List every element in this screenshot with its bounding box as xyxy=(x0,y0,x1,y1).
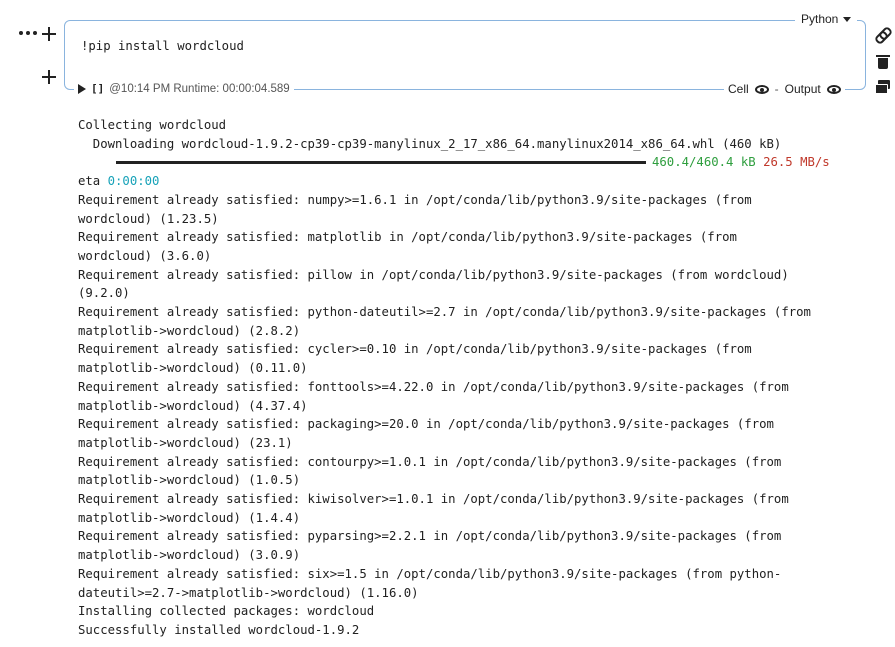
chevron-down-icon xyxy=(843,16,852,22)
output-line: Requirement already satisfied: pyparsing… xyxy=(78,529,782,544)
language-label: Python xyxy=(801,12,839,26)
output-line: matplotlib->wordcloud) (4.37.4) xyxy=(78,398,308,413)
code-cell[interactable] xyxy=(64,20,866,90)
code-input[interactable]: !pip install wordcloud xyxy=(81,39,244,53)
output-line: Requirement already satisfied: packaging… xyxy=(78,417,774,432)
output-line: wordcloud) (1.23.5) xyxy=(78,211,219,226)
cell-output: Collecting wordcloud Downloading wordclo… xyxy=(78,116,878,640)
output-line: matplotlib->wordcloud) (1.4.4) xyxy=(78,510,301,525)
output-line: matplotlib->wordcloud) (1.0.5) xyxy=(78,473,301,488)
add-cell-above-icon[interactable] xyxy=(42,27,56,41)
output-line: Successfully installed wordcloud-1.9.2 xyxy=(78,622,360,637)
output-line: (9.2.0) xyxy=(78,286,130,301)
cell-visibility-label: Cell xyxy=(728,82,749,96)
eta-value: 0:00:00 xyxy=(107,174,160,189)
execution-count: [] xyxy=(91,82,105,95)
output-line: Collecting wordcloud xyxy=(78,118,227,132)
output-line: Requirement already satisfied: six>=1.5 … xyxy=(78,566,782,581)
progress-bar xyxy=(116,161,646,165)
output-line: dateutil>=2.7->matplotlib->wordcloud) (1… xyxy=(78,585,419,600)
output-line: Requirement already satisfied: python-da… xyxy=(78,305,811,320)
language-selector[interactable]: Python xyxy=(795,12,858,26)
output-line: Requirement already satisfied: cycler>=0… xyxy=(78,342,752,357)
add-cell-below-icon[interactable] xyxy=(42,70,56,84)
output-line: Requirement already satisfied: numpy>=1.… xyxy=(78,192,752,207)
run-info: @10:14 PM Runtime: 00:00:04.589 xyxy=(109,82,290,95)
output-line: Installing collected packages: wordcloud xyxy=(78,604,375,619)
progress-speed: 26.5 MB/s xyxy=(763,155,830,170)
output-line: matplotlib->wordcloud) (0.11.0) xyxy=(78,361,308,376)
output-line: wordcloud) (3.6.0) xyxy=(78,248,212,263)
cell-eye-icon[interactable] xyxy=(754,84,769,94)
output-line: Requirement already satisfied: matplotli… xyxy=(78,230,737,245)
output-visibility-label: Output xyxy=(784,82,821,96)
play-icon[interactable] xyxy=(78,83,86,94)
output-line: matplotlib->wordcloud) (23.1) xyxy=(78,435,293,450)
output-line: Downloading wordcloud-1.9.2-cp39-cp39-ma… xyxy=(78,136,782,151)
trash-icon[interactable] xyxy=(874,53,892,71)
separator: - xyxy=(774,82,779,96)
progress-size: 460.4/460.4 kB xyxy=(652,155,756,170)
output-line: Requirement already satisfied: kiwisolve… xyxy=(78,492,789,507)
requirement-lines: Requirement already satisfied: numpy>=1.… xyxy=(78,191,878,640)
eta-label: eta xyxy=(78,174,108,189)
visibility-options: Cell - Output xyxy=(724,82,845,96)
download-progress: 460.4/460.4 kB 26.5 MB/s xyxy=(78,153,878,172)
output-line: eta 0:00:00 xyxy=(78,172,878,191)
output-line: Requirement already satisfied: contourpy… xyxy=(78,454,782,469)
output-line: matplotlib->wordcloud) (2.8.2) xyxy=(78,323,301,338)
output-line: Requirement already satisfied: pillow in… xyxy=(78,267,789,282)
more-options-icon[interactable] xyxy=(19,26,39,40)
run-status-bar: [] @10:14 PM Runtime: 00:00:04.589 xyxy=(74,82,294,95)
output-line: Requirement already satisfied: fonttools… xyxy=(78,379,789,394)
link-icon[interactable] xyxy=(873,25,894,46)
output-eye-icon[interactable] xyxy=(826,84,841,94)
comment-icon[interactable] xyxy=(874,78,892,96)
output-line: matplotlib->wordcloud) (3.0.9) xyxy=(78,548,301,563)
